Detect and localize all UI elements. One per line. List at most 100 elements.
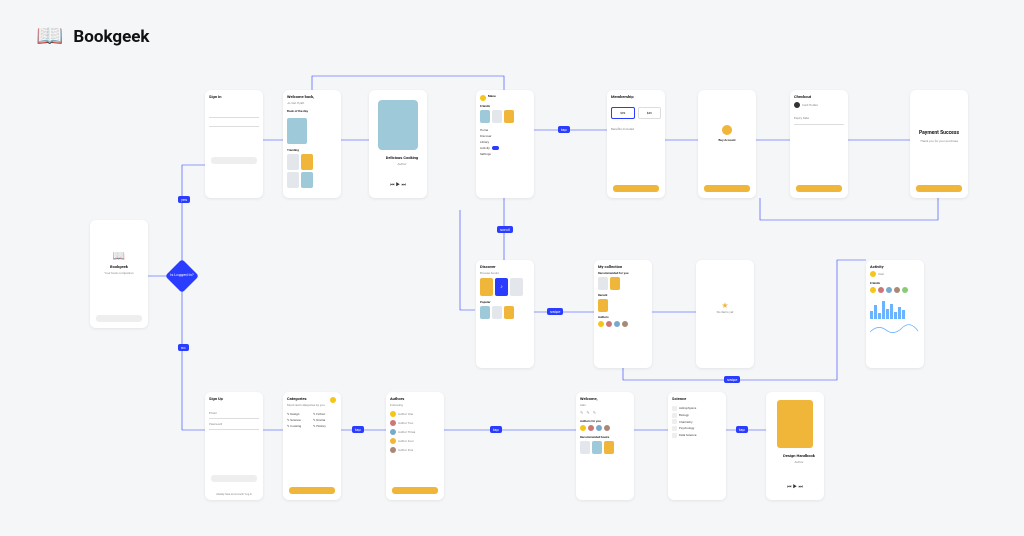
- screen-confirm[interactable]: Back Buy Account: [698, 90, 756, 198]
- avatar[interactable]: [894, 287, 900, 293]
- category-item[interactable]: ✎ Drama: [313, 418, 337, 422]
- category-item[interactable]: ✎ Design: [287, 412, 311, 416]
- avatar[interactable]: [580, 425, 586, 431]
- book-icon: 📖: [94, 251, 144, 262]
- book-thumb[interactable]: [301, 172, 313, 188]
- screen-payment-success[interactable]: Payment Success Thank you for your purch…: [910, 90, 968, 198]
- avatar[interactable]: [902, 287, 908, 293]
- screen-science[interactable]: Back Science Astrophysics Biology Chemis…: [668, 392, 726, 500]
- screen-collection[interactable]: Back My collection Recommended for you R…: [594, 260, 652, 368]
- list-item[interactable]: Data Science: [672, 432, 722, 439]
- avatar[interactable]: [606, 321, 612, 327]
- avatar[interactable]: [622, 321, 628, 327]
- author-row[interactable]: Author Four: [390, 438, 440, 444]
- friend-card[interactable]: [492, 110, 502, 123]
- book-card-featured[interactable]: ♪: [495, 278, 508, 296]
- book-thumb[interactable]: [287, 154, 299, 170]
- password-field[interactable]: [209, 426, 259, 430]
- avatar[interactable]: [614, 321, 620, 327]
- login-link[interactable]: Already have an account? Log in: [205, 493, 263, 496]
- buy-button[interactable]: [704, 185, 750, 192]
- avatar[interactable]: [604, 425, 610, 431]
- screen-signup[interactable]: Sign Up Email Password Already have an a…: [205, 392, 263, 500]
- success-sub: Thank you for your purchase: [914, 139, 964, 143]
- book-thumb[interactable]: [604, 441, 614, 454]
- book-thumb[interactable]: [580, 441, 590, 454]
- screen-home[interactable]: Back Welcome back, Jo-Van Hyatt Book of …: [283, 90, 341, 198]
- next-button[interactable]: [211, 475, 257, 482]
- book-thumb[interactable]: [480, 306, 490, 319]
- menu-items[interactable]: Home Discover Library Activity Settings: [480, 127, 530, 157]
- avatar[interactable]: [878, 287, 884, 293]
- avatar[interactable]: [596, 425, 602, 431]
- category-item[interactable]: ✎ History: [313, 424, 337, 428]
- next-button[interactable]: [289, 487, 335, 494]
- get-started-button[interactable]: [96, 315, 142, 322]
- next-button[interactable]: [392, 487, 438, 494]
- book-thumb[interactable]: [287, 172, 299, 188]
- author-row[interactable]: Author Three: [390, 429, 440, 435]
- author-row[interactable]: Author Two: [390, 420, 440, 426]
- coin-icon: [722, 125, 732, 135]
- welcome-title: Welcome,: [580, 397, 630, 401]
- book-card[interactable]: [480, 278, 493, 296]
- featured-book[interactable]: [287, 118, 307, 144]
- category-pills[interactable]: ✎✎✎: [580, 410, 630, 415]
- section-popular: Popular: [480, 300, 530, 304]
- app-name: Bookgeek: [94, 265, 144, 269]
- list-item[interactable]: Chemistry: [672, 419, 722, 426]
- screen-authors[interactable]: Authors Following Author One Author Two …: [386, 392, 444, 500]
- avatar[interactable]: [870, 287, 876, 293]
- screen-book-detail[interactable]: Design Handbook Author ⏮ ▶ ⏭: [766, 392, 824, 500]
- player-controls[interactable]: ⏮ ▶ ⏭: [369, 182, 427, 188]
- flow-canvas[interactable]: 📖 Bookgeek Your book companion is Logged…: [0, 0, 1024, 536]
- edge-swipe: swipe: [547, 308, 563, 315]
- screen-signin[interactable]: Sign In: [205, 90, 263, 198]
- avatar[interactable]: [588, 425, 594, 431]
- continue-button[interactable]: [613, 185, 659, 192]
- author-row[interactable]: Author One: [390, 411, 440, 417]
- book-thumb[interactable]: [598, 277, 608, 290]
- screen-player[interactable]: Delicious Cooking Author ⏮ ▶ ⏭: [369, 90, 427, 198]
- book-thumb[interactable]: [598, 299, 608, 312]
- screen-activity[interactable]: Activity User Friends: [866, 260, 924, 368]
- signin-button[interactable]: [211, 157, 257, 164]
- screen-membership[interactable]: Back Membership $99 $49 Benefits Include…: [607, 90, 665, 198]
- book-thumb[interactable]: [592, 441, 602, 454]
- category-item[interactable]: ✎ Science: [287, 418, 311, 422]
- friend-card[interactable]: [480, 110, 490, 123]
- list-item[interactable]: Astrophysics: [672, 405, 722, 412]
- toggle-on[interactable]: [492, 146, 499, 150]
- email-field[interactable]: [209, 113, 259, 118]
- book-thumb[interactable]: [610, 277, 620, 290]
- password-field[interactable]: [209, 122, 259, 127]
- avatar[interactable]: [598, 321, 604, 327]
- plan-option[interactable]: $99: [611, 107, 635, 119]
- email-field[interactable]: [209, 415, 259, 419]
- screen-categories[interactable]: Categories Most read categories by you ✎…: [283, 392, 341, 500]
- expiry-field[interactable]: [794, 120, 844, 125]
- book-thumb[interactable]: [504, 306, 514, 319]
- screen-menu[interactable]: Back Menu Friends Home Discover Library …: [476, 90, 534, 198]
- screen-checkout[interactable]: Back Checkout Card Holder Expiry Date: [790, 90, 848, 198]
- screen-empty[interactable]: Back ★ No items yet: [696, 260, 754, 368]
- list-item[interactable]: Biology: [672, 412, 722, 419]
- book-thumb[interactable]: [301, 154, 313, 170]
- avatar[interactable]: [886, 287, 892, 293]
- friend-card[interactable]: [504, 110, 514, 123]
- plan-option[interactable]: $49: [638, 107, 662, 119]
- success-title: Payment Success: [914, 131, 964, 137]
- decision-logged-in[interactable]: [165, 259, 199, 293]
- book-card[interactable]: [510, 278, 523, 296]
- player-controls[interactable]: ⏮ ▶ ⏭: [766, 484, 824, 490]
- list-item[interactable]: Psychology: [672, 425, 722, 432]
- author-row[interactable]: Author Five: [390, 447, 440, 453]
- pay-button[interactable]: [796, 185, 842, 192]
- screen-welcome[interactable]: Back Welcome, Alex ✎✎✎ Authors for you R…: [576, 392, 634, 500]
- category-item[interactable]: ✎ Cooking: [287, 424, 311, 428]
- category-item[interactable]: ✎ Fiction: [313, 412, 337, 416]
- screen-discover[interactable]: Discover Browse books ♪ Popular: [476, 260, 534, 368]
- book-thumb[interactable]: [492, 306, 502, 319]
- done-button[interactable]: [916, 185, 962, 192]
- screen-splash[interactable]: 📖 Bookgeek Your book companion: [90, 220, 148, 328]
